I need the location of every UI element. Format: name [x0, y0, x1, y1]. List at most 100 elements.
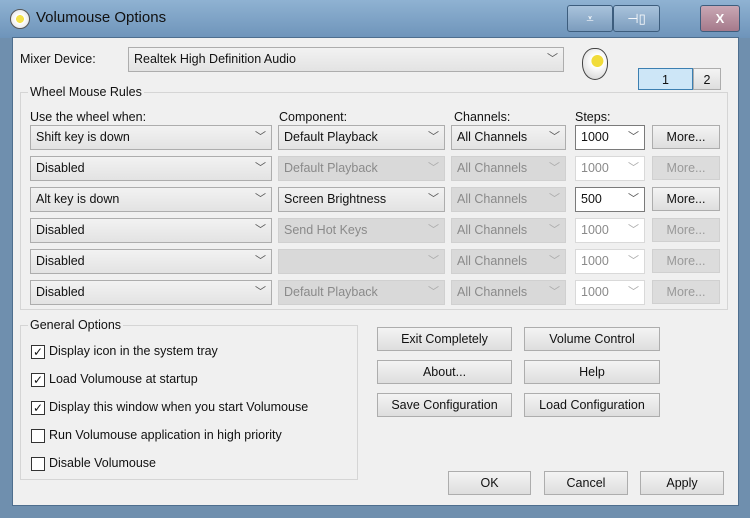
wheel-condition-select-value: Shift key is down [36, 130, 130, 144]
chevron-down-icon: ﹀ [549, 224, 560, 236]
channels-select[interactable]: All Channels ﹀ [451, 125, 566, 150]
channels-select[interactable]: All Channels ﹀ [451, 187, 566, 212]
option-checkbox[interactable]: ✓ [31, 401, 45, 415]
component-select-value: Default Playback [284, 130, 378, 144]
chevron-down-icon: ﹀ [428, 224, 439, 236]
option-label[interactable]: Load Volumouse at startup [49, 372, 198, 386]
load-configuration-button[interactable]: Load Configuration [524, 393, 660, 417]
option-checkbox[interactable] [31, 457, 45, 471]
ok-button[interactable]: OK [448, 471, 531, 495]
steps-select-value: 500 [581, 192, 602, 206]
option-checkbox[interactable]: ✓ [31, 373, 45, 387]
channels-select[interactable]: All Channels ﹀ [451, 249, 566, 274]
chevron-down-icon: ﹀ [255, 286, 266, 298]
component-select[interactable]: Screen Brightness ﹀ [278, 187, 445, 212]
steps-select-value: 1000 [581, 130, 609, 144]
steps-select[interactable]: 1000 ﹀ [575, 249, 645, 274]
about-button[interactable]: About... [377, 360, 512, 384]
option-label[interactable]: Display this window when you start Volum… [49, 400, 308, 414]
app-icon [10, 9, 30, 29]
option-checkbox[interactable] [31, 429, 45, 443]
wheel-condition-select[interactable]: Disabled ﹀ [30, 156, 272, 181]
more-button[interactable]: More... [652, 280, 720, 304]
chevron-down-icon: ﹀ [628, 131, 639, 143]
component-select-value: Default Playback [284, 285, 378, 299]
option-label[interactable]: Display icon in the system tray [49, 344, 218, 358]
option-label[interactable]: Run Volumouse application in high priori… [49, 428, 282, 442]
chevron-down-icon: ﹀ [628, 193, 639, 205]
mixer-label: Mixer Device: [20, 52, 96, 66]
chevron-down-icon: ﹀ [549, 193, 560, 205]
more-button[interactable]: More... [652, 156, 720, 180]
steps-select-value: 1000 [581, 223, 609, 237]
component-select-value: Default Playback [284, 161, 378, 175]
chevron-down-icon: ﹀ [549, 286, 560, 298]
steps-select[interactable]: 1000 ﹀ [575, 125, 645, 150]
chevron-down-icon: ﹀ [549, 131, 560, 143]
steps-select[interactable]: 1000 ﹀ [575, 218, 645, 243]
component-select[interactable]: Default Playback ﹀ [278, 280, 445, 305]
header-steps: Steps: [575, 110, 611, 124]
wheel-condition-select-value: Alt key is down [36, 192, 120, 206]
help-button[interactable]: Help [524, 360, 660, 384]
channels-select-value: All Channels [457, 161, 528, 175]
chevron-down-icon: ﹀ [255, 193, 266, 205]
channels-select[interactable]: All Channels ﹀ [451, 218, 566, 243]
wheel-condition-select-value: Disabled [36, 285, 85, 299]
page-tab-2[interactable]: 2 [693, 68, 721, 90]
wheel-condition-select[interactable]: Disabled ﹀ [30, 280, 272, 305]
more-button[interactable]: More... [652, 249, 720, 273]
steps-select-value: 1000 [581, 161, 609, 175]
chevron-down-icon: ﹀ [549, 162, 560, 174]
pin-button[interactable]: ⊣▯ [613, 5, 660, 32]
chevron-down-icon: ﹀ [255, 162, 266, 174]
mixer-device-select[interactable]: Realtek High Definition Audio ﹀ [128, 47, 564, 72]
chevron-down-icon: ﹀ [428, 255, 439, 267]
header-component: Component: [279, 110, 348, 124]
cancel-button[interactable]: Cancel [544, 471, 628, 495]
wheel-condition-select[interactable]: Disabled ﹀ [30, 218, 272, 243]
page-tab-1[interactable]: 1 [638, 68, 693, 90]
volume-control-button[interactable]: Volume Control [524, 327, 660, 351]
channels-select[interactable]: All Channels ﹀ [451, 280, 566, 305]
chevron-down-icon: ﹀ [628, 255, 639, 267]
component-select[interactable]: ﹀ [278, 249, 445, 274]
chevron-down-icon: ﹀ [428, 131, 439, 143]
wheel-condition-select[interactable]: Shift key is down ﹀ [30, 125, 272, 150]
chevron-down-icon: ﹀ [428, 193, 439, 205]
steps-select[interactable]: 500 ﹀ [575, 187, 645, 212]
close-button[interactable]: X [700, 5, 740, 32]
channels-select[interactable]: All Channels ﹀ [451, 156, 566, 181]
chevron-down-icon: ﹀ [255, 131, 266, 143]
component-select[interactable]: Default Playback ﹀ [278, 156, 445, 181]
rollup-button[interactable]: ⩡ [567, 5, 613, 32]
save-configuration-button[interactable]: Save Configuration [377, 393, 512, 417]
chevron-down-icon: ﹀ [255, 255, 266, 267]
steps-select[interactable]: 1000 ﹀ [575, 156, 645, 181]
wheel-condition-select-value: Disabled [36, 223, 85, 237]
wheel-condition-select-value: Disabled [36, 161, 85, 175]
component-select[interactable]: Send Hot Keys ﹀ [278, 218, 445, 243]
chevron-down-icon: ﹀ [428, 286, 439, 298]
option-label[interactable]: Disable Volumouse [49, 456, 156, 470]
channels-select-value: All Channels [457, 192, 528, 206]
more-button[interactable]: More... [652, 187, 720, 211]
chevron-down-icon: ﹀ [428, 162, 439, 174]
exit-completely-button[interactable]: Exit Completely [377, 327, 512, 351]
window-title: Volumouse Options [36, 9, 167, 26]
chevron-down-icon: ﹀ [628, 162, 639, 174]
channels-select-value: All Channels [457, 254, 528, 268]
more-button[interactable]: More... [652, 125, 720, 149]
chevron-down-icon: ﹀ [255, 224, 266, 236]
component-select[interactable]: Default Playback ﹀ [278, 125, 445, 150]
more-button[interactable]: More... [652, 218, 720, 242]
option-checkbox[interactable]: ✓ [31, 345, 45, 359]
steps-select[interactable]: 1000 ﹀ [575, 280, 645, 305]
steps-select-value: 1000 [581, 254, 609, 268]
apply-button[interactable]: Apply [640, 471, 724, 495]
wheel-condition-select[interactable]: Disabled ﹀ [30, 249, 272, 274]
component-select-value: Send Hot Keys [284, 223, 368, 237]
general-options-label: General Options [28, 318, 124, 332]
header-wheel: Use the wheel when: [30, 110, 147, 124]
wheel-condition-select[interactable]: Alt key is down ﹀ [30, 187, 272, 212]
